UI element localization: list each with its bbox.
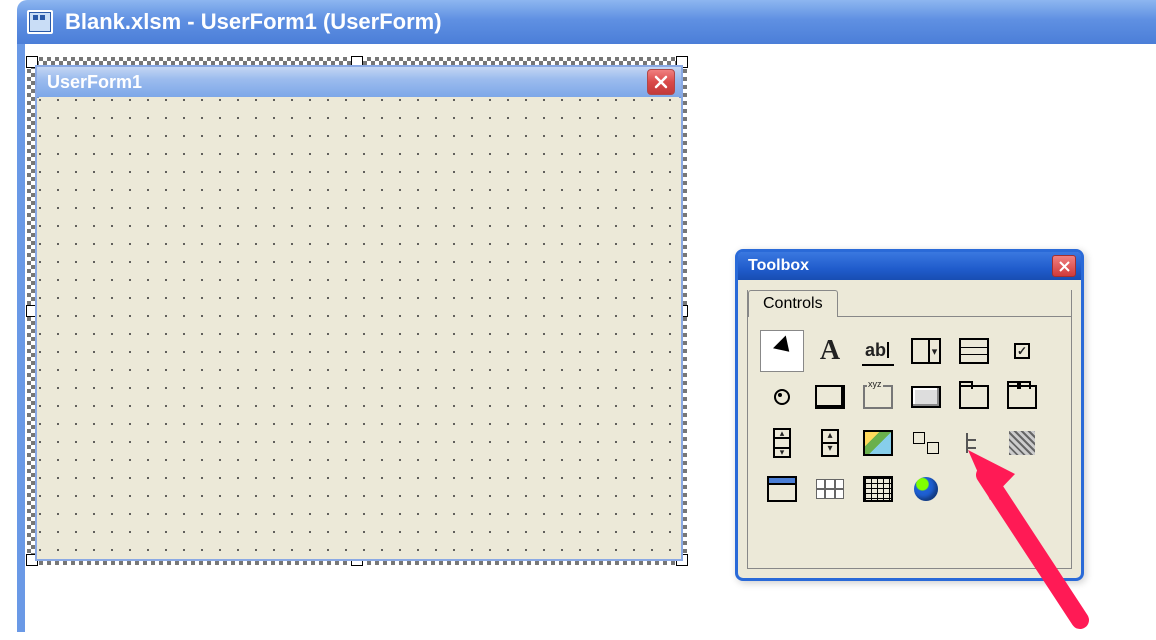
form-icon [27, 10, 53, 34]
pointer-icon [767, 337, 797, 365]
tool-toggle[interactable] [808, 376, 852, 418]
image-icon [863, 429, 893, 457]
userform-title: UserForm1 [47, 72, 142, 93]
frame-icon [863, 383, 893, 411]
tabstrip-icon [959, 383, 989, 411]
toolbox-titlebar[interactable]: Toolbox [738, 252, 1081, 280]
tool-check[interactable] [1000, 330, 1044, 372]
scroll-icon: ▴▾ [767, 429, 797, 457]
combo-icon: ▾ [911, 337, 941, 365]
tool-label[interactable]: A [808, 330, 852, 372]
userform[interactable]: UserForm1 [35, 65, 683, 561]
form-designer[interactable]: UserForm1 [27, 57, 697, 575]
tool-web[interactable] [904, 468, 948, 510]
tool-pointer[interactable] [760, 330, 804, 372]
textbox-icon: ab [862, 336, 894, 366]
tool-tree[interactable] [952, 422, 996, 464]
tool-frame[interactable] [856, 376, 900, 418]
tab-controls[interactable]: Controls [748, 290, 838, 317]
tree-icon [959, 429, 989, 457]
selection-outline[interactable]: UserForm1 [27, 57, 687, 565]
tool-tabstrip[interactable] [952, 376, 996, 418]
toggle-icon [815, 383, 845, 411]
tool-scroll[interactable]: ▴▾ [760, 422, 804, 464]
spin-icon: ▴▾ [815, 429, 845, 457]
tool-combo[interactable]: ▾ [904, 330, 948, 372]
tool-window[interactable] [760, 468, 804, 510]
mdi-left-border [17, 44, 25, 632]
tool-grid: Aab ▾ ▴▾ ▴▾ [760, 330, 1059, 556]
grid-icon [863, 475, 893, 503]
tool-radio[interactable] [760, 376, 804, 418]
tool-ref[interactable] [904, 422, 948, 464]
userform-body[interactable] [39, 97, 679, 557]
tool-button[interactable] [904, 376, 948, 418]
button-icon [911, 383, 941, 411]
tool-image[interactable] [856, 422, 900, 464]
multipage-icon [1007, 383, 1037, 411]
toolbox-window[interactable]: Toolbox Controls Aab ▾ ▴▾ ▴▾ [735, 249, 1084, 581]
hatch-icon [1007, 429, 1037, 457]
mdi-window: Blank.xlsm - UserForm1 (UserForm) [17, 0, 1156, 44]
close-icon[interactable] [1052, 255, 1076, 277]
web-icon [911, 475, 941, 503]
tool-multipage[interactable] [1000, 376, 1044, 418]
toolbox-body: Controls Aab ▾ ▴▾ ▴▾ [747, 290, 1072, 569]
close-icon[interactable] [647, 69, 675, 95]
radio-icon [767, 383, 797, 411]
label-icon: A [815, 337, 845, 365]
tool-grid[interactable] [856, 468, 900, 510]
mdi-title: Blank.xlsm - UserForm1 (UserForm) [65, 9, 442, 35]
toolbox-title: Toolbox [748, 257, 809, 275]
list-icon [959, 337, 989, 365]
userform-titlebar[interactable]: UserForm1 [37, 67, 681, 98]
tool-date[interactable] [808, 468, 852, 510]
window-icon [767, 475, 797, 503]
check-icon [1007, 337, 1037, 365]
tool-textbox[interactable]: ab [856, 330, 900, 372]
mdi-titlebar[interactable]: Blank.xlsm - UserForm1 (UserForm) [17, 0, 1156, 44]
tool-list[interactable] [952, 330, 996, 372]
date-icon [815, 475, 845, 503]
ref-icon [911, 429, 941, 457]
tool-spin[interactable]: ▴▾ [808, 422, 852, 464]
tool-hatch[interactable] [1000, 422, 1044, 464]
